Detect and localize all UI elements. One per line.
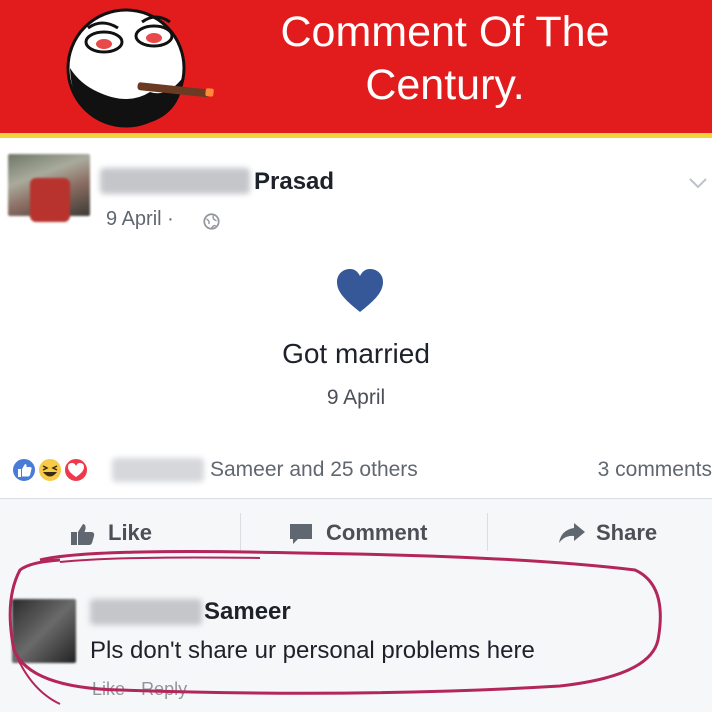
reaction-icons[interactable] <box>10 456 110 484</box>
share-button[interactable]: Share <box>558 520 678 546</box>
author-avatar-detail <box>30 178 70 222</box>
comment-actions: Like · Reply <box>92 679 187 700</box>
date-separator: · <box>167 208 174 230</box>
banner-title-line1: Comment Of The <box>280 8 610 56</box>
reactor-name-redacted <box>112 458 204 482</box>
comment-text: Pls don't share ur personal problems her… <box>90 637 535 664</box>
reaction-summary[interactable]: Sameer and 25 others <box>210 458 418 482</box>
post-action-bar: Like Comment Share <box>0 499 712 565</box>
heart-icon <box>337 269 383 312</box>
comment-count[interactable]: 3 comments <box>598 458 712 482</box>
like-button[interactable]: Like <box>70 520 190 546</box>
banner-title: Comment Of The Century. <box>250 6 640 112</box>
banner-title-line2: Century. <box>365 61 525 109</box>
comment-like-link[interactable]: Like <box>92 679 125 699</box>
comment-button[interactable]: Comment <box>288 520 458 546</box>
life-event-title: Got married <box>282 338 430 369</box>
life-event-date: 9 April <box>326 386 386 409</box>
comment-label: Comment <box>326 520 428 545</box>
commenter-name-redacted <box>90 599 202 625</box>
share-arrow-icon <box>559 523 585 543</box>
like-label: Like <box>108 520 153 545</box>
globe-icon <box>203 213 220 230</box>
facebook-post-card: Prasad 9 April · Got married 9 April Sam… <box>0 138 712 712</box>
post-author-name[interactable]: Prasad <box>254 168 334 196</box>
action-separator <box>487 513 488 551</box>
author-name-redacted <box>100 168 250 194</box>
action-separator <box>240 513 241 551</box>
comment-section: Sameer Pls don't share ur personal probl… <box>0 565 712 712</box>
comment-bubble-icon <box>290 524 312 544</box>
comment-reply-link[interactable]: Reply <box>141 679 187 699</box>
commenter-avatar[interactable] <box>12 599 76 663</box>
thumbs-up-icon <box>71 524 95 545</box>
chevron-down-icon[interactable] <box>688 176 708 190</box>
share-label: Share <box>596 520 658 545</box>
like-reaction-icon <box>11 457 37 483</box>
commenter-name[interactable]: Sameer <box>204 598 291 626</box>
love-reaction-icon <box>63 457 89 483</box>
post-timestamp[interactable]: 9 April · <box>106 208 174 231</box>
comment-action-separator: · <box>130 679 137 699</box>
trollface-mascot-icon <box>66 8 214 128</box>
post-date[interactable]: 9 April <box>106 208 162 230</box>
haha-reaction-icon <box>37 457 63 483</box>
